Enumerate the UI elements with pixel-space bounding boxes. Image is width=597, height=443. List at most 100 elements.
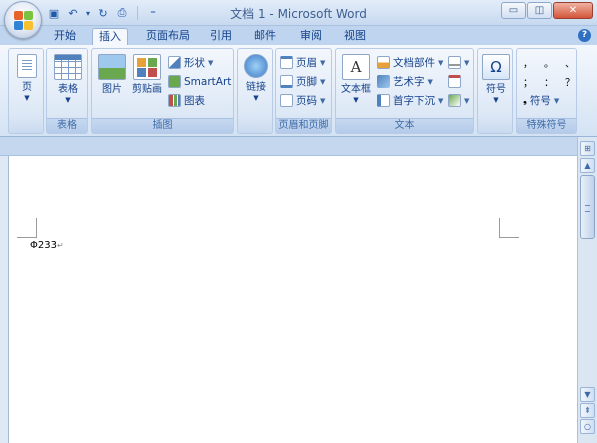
previous-page-icon[interactable]: ⇞ bbox=[580, 403, 595, 418]
comma-symbol[interactable]: ， bbox=[523, 55, 533, 70]
links-label: 链接 bbox=[246, 82, 266, 93]
tab-review[interactable]: 审阅 bbox=[294, 28, 328, 45]
scroll-down-icon[interactable]: ▼ bbox=[580, 387, 595, 402]
textbox-label: 文本框 bbox=[341, 84, 371, 95]
date-time-button[interactable] bbox=[448, 73, 461, 90]
ruler-toggle-icon[interactable]: ⊞ bbox=[580, 141, 595, 156]
text-group: A 文本框 ▼ 文档部件 ▼ 艺术字 ▼ 首字下沉 ▼ ▼ ▼ 文本 bbox=[335, 48, 474, 134]
drop-cap-label: 首字下沉 bbox=[393, 95, 435, 107]
picture-icon bbox=[98, 54, 126, 80]
page-number-label: 页码 bbox=[296, 95, 317, 107]
header-footer-group: 页眉 ▼ 页脚 ▼ 页码 ▼ 页眉和页脚 bbox=[275, 48, 332, 134]
chevron-down-icon: ▼ bbox=[493, 96, 499, 104]
shapes-button[interactable]: 形状 ▼ bbox=[168, 54, 213, 71]
margin-corner-top-right bbox=[499, 218, 519, 238]
table-button[interactable]: 表格 ▼ bbox=[50, 54, 86, 105]
page-number-icon bbox=[280, 94, 293, 107]
picture-label: 图片 bbox=[102, 84, 122, 95]
table-group-label: 表格 bbox=[47, 118, 87, 133]
vertical-scrollbar[interactable]: ⊞ ▲ ▼ ⇞ ○ bbox=[577, 137, 597, 443]
chevron-down-icon: ▼ bbox=[427, 77, 433, 86]
page-number-button[interactable]: 页码 ▼ bbox=[280, 92, 325, 109]
more-symbols-button[interactable]: ❟ 符号 ▼ bbox=[523, 92, 559, 109]
close-button[interactable]: ✕ bbox=[553, 2, 593, 19]
minimize-button[interactable]: ▭ bbox=[501, 2, 526, 19]
clipart-label: 剪贴画 bbox=[132, 84, 162, 95]
clipart-button[interactable]: 剪贴画 bbox=[128, 54, 166, 96]
paragraph-mark: ↵ bbox=[56, 241, 64, 250]
table-group: 表格 ▼ 表格 bbox=[46, 48, 88, 134]
document-page[interactable]: Φ233↵ bbox=[8, 156, 577, 443]
omega-icon: Ω bbox=[482, 54, 510, 80]
title-bar: ▣ ↶ ▾ ↻ ⎙ ⁼ 文档 1 - Microsoft Word ▭ ◫ ✕ bbox=[0, 0, 597, 39]
semicolon-symbol[interactable]: ； bbox=[523, 74, 533, 89]
comma-small-icon: ❟ bbox=[523, 95, 527, 106]
textbox-button[interactable]: A 文本框 ▼ bbox=[338, 54, 374, 105]
object-button[interactable]: ▼ bbox=[448, 92, 469, 109]
symbol-button[interactable]: Ω 符号 ▼ bbox=[478, 54, 514, 105]
scroll-up-icon[interactable]: ▲ bbox=[580, 158, 595, 173]
wordart-button[interactable]: 艺术字 ▼ bbox=[377, 73, 433, 90]
drop-cap-button[interactable]: 首字下沉 ▼ bbox=[377, 92, 443, 109]
table-icon bbox=[54, 54, 82, 80]
symbol-label: 符号 bbox=[486, 84, 506, 95]
chevron-down-icon: ▼ bbox=[464, 96, 470, 105]
smartart-button[interactable]: SmartArt bbox=[168, 73, 231, 90]
text-group-label: 文本 bbox=[336, 118, 473, 133]
chevron-down-icon: ▼ bbox=[464, 58, 470, 67]
picture-button[interactable]: 图片 bbox=[94, 54, 130, 96]
browse-object-icon[interactable]: ○ bbox=[580, 419, 595, 434]
header-label: 页眉 bbox=[296, 57, 317, 69]
chevron-down-icon: ▼ bbox=[553, 96, 560, 105]
chevron-down-icon: ▼ bbox=[24, 94, 30, 102]
chart-button[interactable]: 图表 bbox=[168, 92, 205, 109]
more-symbols-label: 符号 bbox=[529, 95, 551, 107]
illustrations-group: 图片 剪贴画 形状 ▼ SmartArt 图表 插图 bbox=[91, 48, 234, 134]
question-mark-symbol[interactable]: ？ bbox=[565, 74, 575, 89]
office-button[interactable] bbox=[4, 1, 42, 39]
chart-label: 图表 bbox=[184, 95, 205, 107]
colon-symbol[interactable]: ： bbox=[544, 74, 554, 89]
quick-parts-icon bbox=[377, 56, 390, 69]
header-button[interactable]: 页眉 ▼ bbox=[280, 54, 325, 71]
links-button[interactable]: 链接 ▼ bbox=[238, 54, 274, 103]
tab-home[interactable]: 开始 bbox=[48, 28, 82, 45]
pages-button[interactable]: 页 ▼ bbox=[9, 54, 45, 103]
chevron-down-icon: ▼ bbox=[253, 94, 259, 102]
tab-mailings[interactable]: 邮件 bbox=[248, 28, 282, 45]
tab-view[interactable]: 视图 bbox=[338, 28, 372, 45]
document-text-line[interactable]: Φ233↵ bbox=[30, 240, 64, 251]
footer-button[interactable]: 页脚 ▼ bbox=[280, 73, 325, 90]
shapes-label: 形状 bbox=[184, 57, 205, 69]
tab-insert[interactable]: 插入 bbox=[92, 28, 128, 45]
chevron-down-icon: ▼ bbox=[320, 77, 326, 86]
object-icon bbox=[448, 94, 461, 107]
document-text[interactable]: Φ233 bbox=[30, 240, 57, 251]
special-symbols-group-label: 特殊符号 bbox=[517, 118, 576, 133]
scroll-thumb[interactable] bbox=[580, 175, 595, 239]
symbols-group: Ω 符号 ▼ bbox=[477, 48, 513, 134]
quick-parts-button[interactable]: 文档部件 ▼ bbox=[377, 54, 443, 71]
wordart-icon bbox=[377, 75, 390, 88]
window-controls: ▭ ◫ ✕ bbox=[501, 2, 593, 19]
links-icon bbox=[244, 54, 268, 78]
chevron-down-icon: ▼ bbox=[65, 96, 71, 104]
pages-label: 页 bbox=[22, 82, 32, 93]
help-icon[interactable]: ? bbox=[578, 29, 591, 42]
special-symbols-row-1: ， 。 、 bbox=[523, 55, 575, 70]
tab-page-layout[interactable]: 页面布局 bbox=[140, 28, 196, 45]
wordart-label: 艺术字 bbox=[393, 76, 425, 88]
period-symbol[interactable]: 。 bbox=[544, 55, 554, 70]
tab-references[interactable]: 引用 bbox=[204, 28, 238, 45]
signature-line-button[interactable]: ▼ bbox=[448, 54, 469, 71]
footer-label: 页脚 bbox=[296, 76, 317, 88]
textbox-icon: A bbox=[342, 54, 370, 80]
header-footer-group-label: 页眉和页脚 bbox=[276, 118, 331, 133]
restore-button[interactable]: ◫ bbox=[527, 2, 552, 19]
enumeration-comma-symbol[interactable]: 、 bbox=[565, 55, 575, 70]
chevron-down-icon: ▼ bbox=[320, 96, 326, 105]
signature-line-icon bbox=[448, 56, 461, 69]
footer-icon bbox=[280, 75, 293, 88]
quick-parts-label: 文档部件 bbox=[393, 57, 435, 69]
chevron-down-icon: ▼ bbox=[320, 58, 326, 67]
